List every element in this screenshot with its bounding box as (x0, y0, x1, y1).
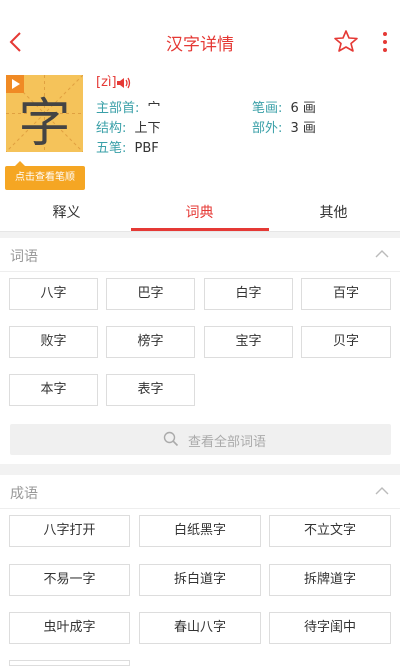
word-chip[interactable]: 表字 (106, 374, 195, 406)
radical-label: 主部首: (96, 101, 140, 116)
play-animation-icon[interactable] (6, 75, 24, 93)
app-screen: 汉字详情 字 点击查看笔顺 [zì] 主部首: 宀 笔画: 6 画 结构: 上下… (0, 0, 400, 666)
idiom-chip[interactable]: 白纸黑字 (139, 515, 261, 547)
character-card: 字 (6, 75, 83, 152)
word-chip[interactable]: 榜字 (106, 326, 195, 358)
outer-strokes-row: 部外: 3 画 (252, 117, 316, 136)
idioms-section-title: 成语 (10, 486, 38, 502)
wubi-label: 五笔: (96, 141, 127, 156)
word-chip[interactable]: 本字 (9, 374, 98, 406)
pinyin: [zì] (96, 75, 117, 90)
strokes-label: 笔画: (252, 101, 283, 116)
word-chip[interactable]: 白字 (204, 278, 293, 310)
outer-strokes-label: 部外: (252, 121, 283, 136)
tab-dictionary[interactable]: 词典 (133, 196, 266, 232)
tab-bar: 释义 词典 其他 (0, 196, 400, 232)
idiom-chip-partial[interactable] (9, 660, 130, 666)
view-all-words-button[interactable]: 查看全部词语 (10, 424, 391, 455)
favorite-star-icon[interactable] (333, 28, 359, 54)
word-chip[interactable]: 百字 (301, 278, 391, 310)
character-info-panel: 字 点击查看笔顺 [zì] 主部首: 宀 笔画: 6 画 结构: 上下 部外: … (0, 63, 400, 196)
word-chip[interactable]: 宝字 (204, 326, 293, 358)
idioms-section-header[interactable]: 成语 (0, 475, 400, 509)
radical-row: 主部首: 宀 (96, 97, 161, 116)
idiom-chip[interactable]: 拆牌道字 (269, 564, 391, 596)
stroke-order-button[interactable]: 点击查看笔顺 (5, 161, 85, 190)
more-options-icon[interactable] (378, 30, 392, 54)
word-chip[interactable]: 贝字 (301, 326, 391, 358)
radical-value: 宀 (147, 101, 161, 116)
chevron-up-icon[interactable] (375, 486, 389, 496)
view-all-words-label: 查看全部词语 (188, 435, 267, 450)
structure-value: 上下 (134, 121, 161, 136)
tab-definition[interactable]: 释义 (0, 196, 133, 232)
idiom-chip[interactable]: 拆白道字 (139, 564, 261, 596)
idiom-chip[interactable]: 待字闺中 (269, 612, 391, 644)
search-icon (163, 431, 179, 447)
word-chip[interactable]: 巴字 (106, 278, 195, 310)
idiom-chip[interactable]: 春山八字 (139, 612, 261, 644)
structure-row: 结构: 上下 (96, 117, 161, 136)
tab-other[interactable]: 其他 (267, 196, 400, 232)
idiom-chip[interactable]: 虫叶成字 (9, 612, 130, 644)
idiom-chip[interactable]: 不易一字 (9, 564, 130, 596)
active-tab-indicator (131, 228, 269, 231)
words-section-title: 词语 (10, 249, 38, 265)
structure-label: 结构: (96, 121, 127, 136)
idiom-chip[interactable]: 不立文字 (269, 515, 391, 547)
word-chip[interactable]: 八字 (9, 278, 98, 310)
outer-strokes-value: 3 画 (290, 121, 316, 136)
speaker-icon[interactable] (116, 76, 132, 90)
strokes-value: 6 画 (290, 101, 316, 116)
strokes-row: 笔画: 6 画 (252, 97, 316, 116)
wubi-row: 五笔: PBF (96, 137, 159, 156)
words-section-header[interactable]: 词语 (0, 238, 400, 272)
word-chip[interactable]: 败字 (9, 326, 98, 358)
chevron-up-icon[interactable] (375, 249, 389, 259)
idiom-chip[interactable]: 八字打开 (9, 515, 130, 547)
wubi-value: PBF (134, 141, 159, 156)
